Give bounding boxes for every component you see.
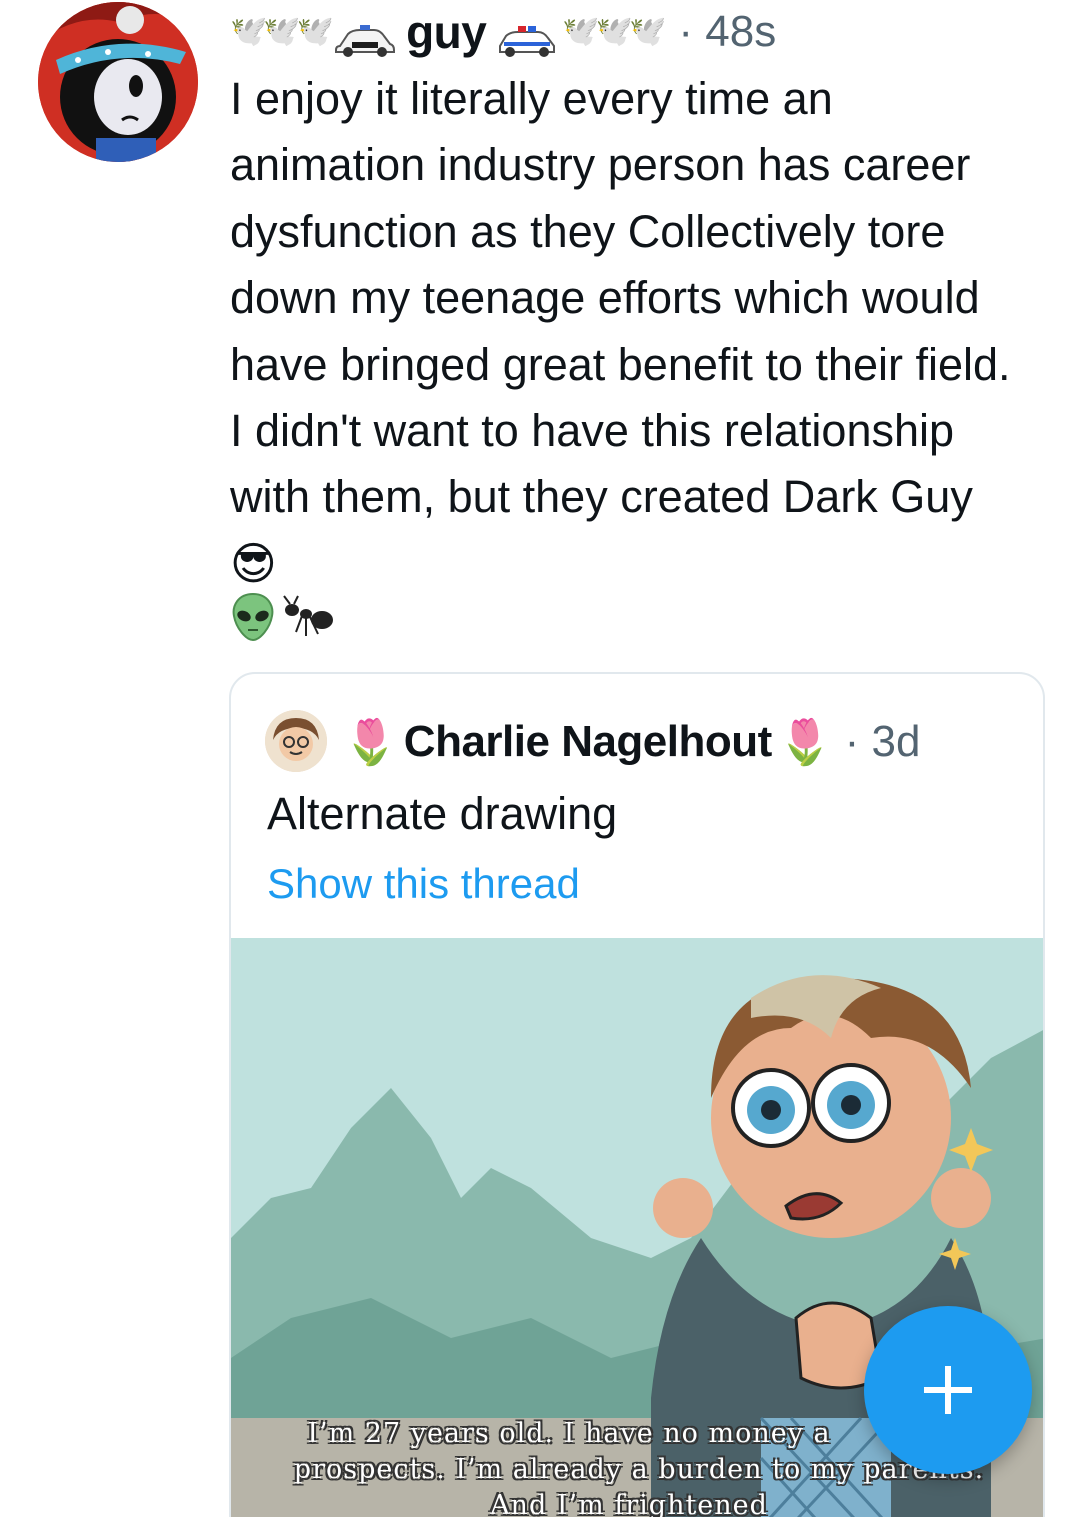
quoted-post-header: 🌷 Charlie Nagelhout 🌷 · 3d xyxy=(343,712,920,772)
post-body: I enjoy it literally every time an anima… xyxy=(230,66,1030,597)
post-body-text: I enjoy it literally every time an anima… xyxy=(230,73,1011,523)
quoted-time-value: 3d xyxy=(871,717,921,766)
quoted-author-display-name[interactable]: Charlie Nagelhout xyxy=(404,717,773,767)
show-thread-link[interactable]: Show this thread xyxy=(267,860,580,908)
subtitle-line-1: I’m 27 years old. I have no money a xyxy=(307,1418,831,1449)
dove-emoji-decoration: 🕊️🕊️🕊️ xyxy=(230,15,334,48)
police-car-icon xyxy=(334,15,396,57)
tulip-emoji: 🌷 xyxy=(777,718,833,767)
ant-emoji xyxy=(282,594,336,645)
quoted-post-timestamp: · 3d xyxy=(844,717,921,766)
post-time-value: 48s xyxy=(705,7,777,56)
post-header: 🕊️🕊️🕊️ guy 🕊️🕊️🕊️ · 48s xyxy=(230,4,776,60)
tulip-emoji: 🌷 xyxy=(343,718,398,767)
author-display-name[interactable]: guy xyxy=(406,5,487,59)
subtitle-line-3: And I’m frightened xyxy=(490,1490,768,1517)
compose-button[interactable] xyxy=(864,1306,1032,1474)
author-avatar[interactable] xyxy=(38,2,198,162)
quoted-post-text: Alternate drawing xyxy=(267,788,618,839)
trailing-emojis xyxy=(230,592,336,647)
alien-emoji xyxy=(230,592,276,647)
dove-emoji-decoration: 🕊️🕊️🕊️ xyxy=(562,15,666,48)
post-timestamp[interactable]: · 48s xyxy=(678,7,776,57)
police-car-icon xyxy=(496,15,558,57)
plus-icon xyxy=(924,1366,972,1414)
quoted-author-avatar[interactable] xyxy=(265,710,327,772)
sunglasses-emoji: 😎 xyxy=(230,537,277,589)
